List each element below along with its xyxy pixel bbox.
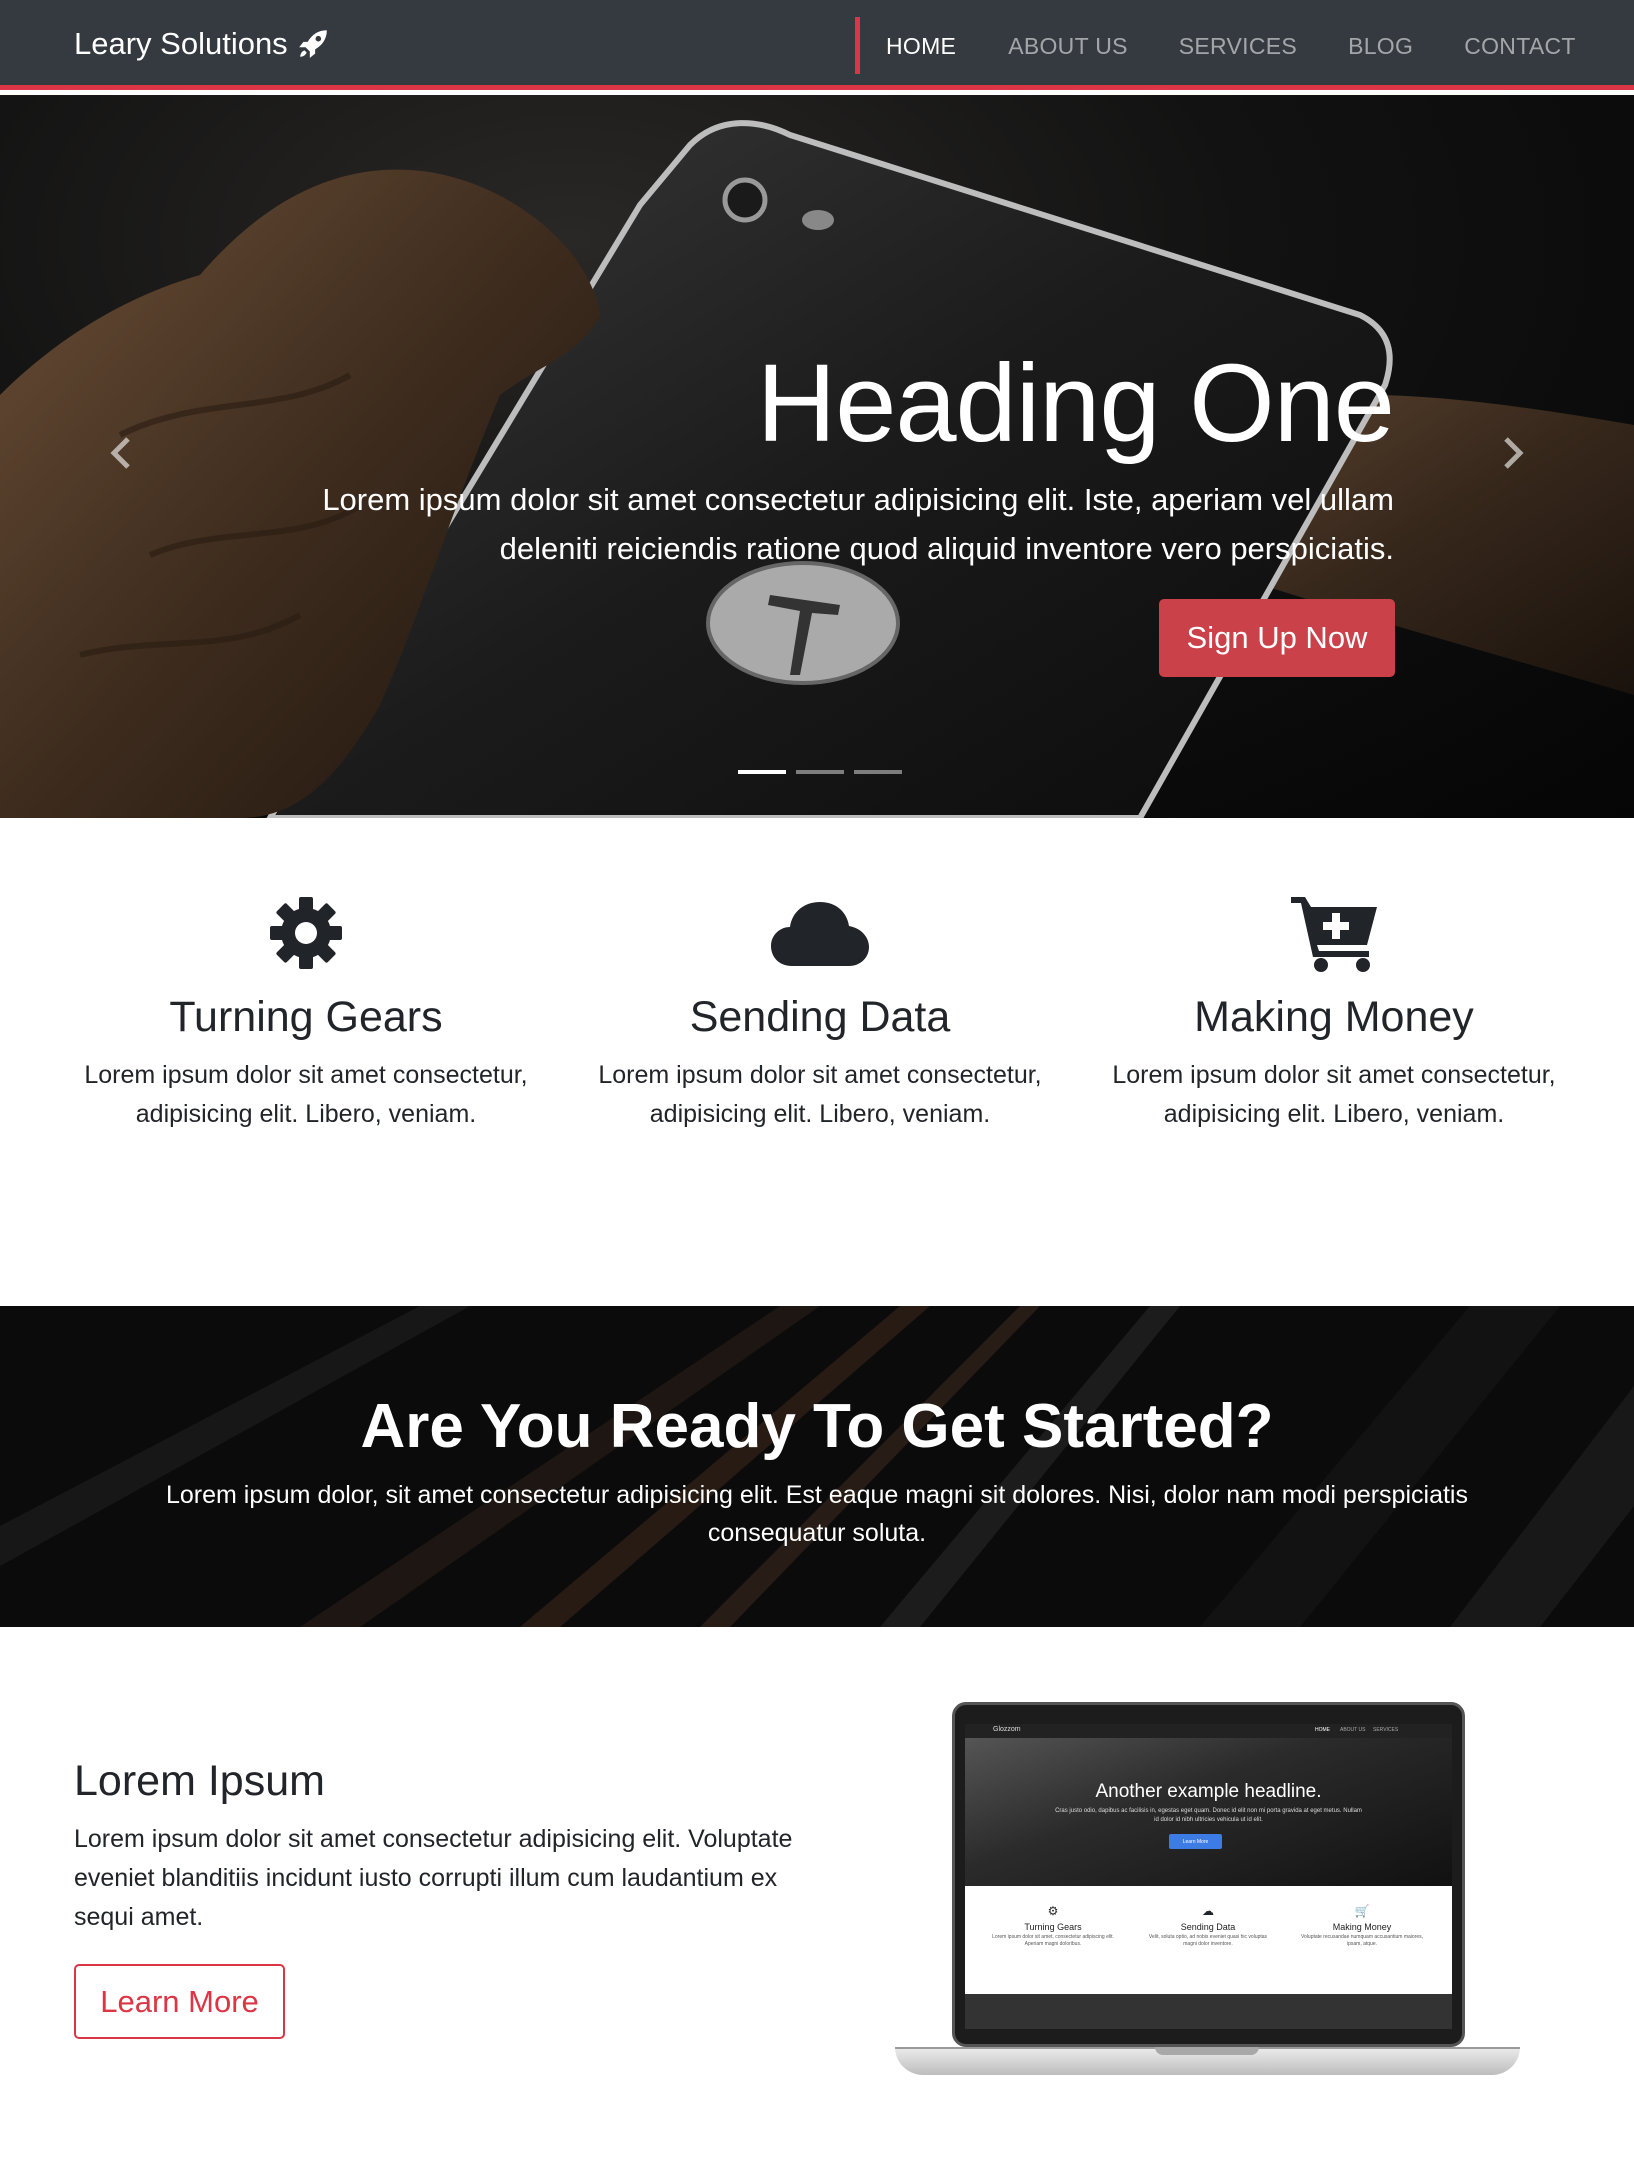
nav-services[interactable]: SERVICES	[1179, 33, 1297, 60]
screen-feature-title: Making Money	[1332, 1922, 1392, 1932]
feature-making-money: Making Money Lorem ipsum dolor sit amet …	[1077, 893, 1591, 1134]
laptop-mockup-image: Glozzom HOME ABOUT US SERVICES Another e…	[895, 1702, 1520, 2112]
hero-text: Lorem ipsum dolor sit amet consectetur a…	[322, 482, 1394, 566]
screen-feature-title: Turning Gears	[1024, 1922, 1082, 1932]
screen-nav-link: SERVICES	[1373, 1727, 1399, 1733]
feature-sending-data: Sending Data Lorem ipsum dolor sit amet …	[563, 893, 1077, 1134]
screen-feature: 🛒 Making Money Voluptate recusandae numq…	[1297, 1904, 1427, 1948]
main-nav: HOME ABOUT US SERVICES BLOG CONTACT	[886, 33, 1576, 60]
nav-active-indicator	[855, 17, 860, 74]
feature-text: Lorem ipsum dolor sit amet consectetur, …	[1112, 1061, 1556, 1128]
screen-footer-strip	[965, 1994, 1452, 2029]
screen-button: Learn More	[1169, 1834, 1222, 1849]
laptop-screen: Glozzom HOME ABOUT US SERVICES Another e…	[965, 1724, 1452, 2029]
feature-turning-gears: Turning Gears Lorem ipsum dolor sit amet…	[49, 893, 563, 1134]
cloud-icon	[771, 902, 869, 966]
screen-feature: ☁ Sending Data Velit, soluta optio, ad n…	[1143, 1904, 1273, 1948]
learn-more-button[interactable]: Learn More	[74, 1964, 285, 2039]
info-section: Lorem Ipsum Lorem ipsum dolor sit amet c…	[0, 1627, 1634, 2164]
carousel-indicators	[738, 770, 902, 774]
carousel-next-icon[interactable]	[1492, 433, 1532, 473]
screen-feature-text: Lorem ipsum dolor sit amet, consectetur …	[992, 1934, 1114, 1947]
screen-brand: Glozzom	[993, 1726, 1021, 1733]
feature-title: Turning Gears	[169, 993, 443, 1041]
screen-navbar: Glozzom HOME ABOUT US SERVICES	[965, 1724, 1452, 1738]
nav-about-us[interactable]: ABOUT US	[1008, 33, 1128, 60]
carousel-indicator-3[interactable]	[854, 770, 902, 774]
screen-hero: Another example headline. Cras justo odi…	[965, 1738, 1452, 1886]
cta-section: Are You Ready To Get Started? Lorem ipsu…	[0, 1306, 1634, 1627]
brand-name: Leary Solutions	[74, 26, 288, 61]
cart-plus-icon	[1291, 897, 1377, 972]
nav-home[interactable]: HOME	[886, 33, 956, 60]
feature-text: Lorem ipsum dolor sit amet consectetur, …	[84, 1061, 528, 1128]
nav-contact[interactable]: CONTACT	[1464, 33, 1576, 60]
cta-background-image	[0, 1306, 1634, 1627]
screen-feature-title: Sending Data	[1180, 1922, 1236, 1932]
cart-icon: 🛒	[1354, 1904, 1370, 1918]
screen-feature: ⚙ Turning Gears Lorem ipsum dolor sit am…	[988, 1904, 1118, 1948]
info-heading: Lorem Ipsum	[74, 1757, 325, 1805]
cta-heading: Are You Ready To Get Started?	[360, 1392, 1274, 1461]
gear-icon	[270, 897, 342, 969]
gear-icon: ⚙	[1047, 1904, 1059, 1918]
feature-title: Sending Data	[689, 993, 951, 1041]
carousel-prev-icon[interactable]	[102, 433, 142, 473]
rocket-icon	[298, 30, 327, 58]
feature-title: Making Money	[1194, 993, 1474, 1041]
screen-nav-link: ABOUT US	[1340, 1727, 1366, 1733]
carousel-indicator-2[interactable]	[796, 770, 844, 774]
screen-feature-text: Voluptate recusandae numquam accusantium…	[1300, 1934, 1423, 1947]
navbar: Leary Solutions HOME ABOUT US SERVICES B…	[0, 0, 1634, 90]
info-text: Lorem ipsum dolor sit amet consectetur a…	[74, 1825, 793, 1931]
nav-blog[interactable]: BLOG	[1348, 33, 1413, 60]
hero-heading: Heading One	[756, 342, 1395, 465]
hero-carousel: Heading One Lorem ipsum dolor sit amet c…	[0, 95, 1634, 818]
feature-text: Lorem ipsum dolor sit amet consectetur, …	[598, 1061, 1042, 1128]
laptop-notch	[1155, 2047, 1259, 2055]
carousel-indicator-1[interactable]	[738, 770, 786, 774]
screen-nav-link: HOME	[1315, 1727, 1330, 1733]
cta-text: Lorem ipsum dolor, sit amet consectetur …	[166, 1481, 1468, 1547]
brand-link[interactable]: Leary Solutions	[74, 26, 330, 62]
features-section: Turning Gears Lorem ipsum dolor sit amet…	[0, 818, 1634, 1306]
screen-text: Cras justo odio, dapibus ac facilisis in…	[1055, 1808, 1362, 1823]
sign-up-button[interactable]: Sign Up Now	[1159, 599, 1395, 677]
screen-feature-text: Velit, soluta optio, ad nobis eveniet qu…	[1148, 1934, 1268, 1947]
cloud-icon: ☁	[1202, 1904, 1214, 1918]
screen-headline: Another example headline.	[1095, 1781, 1322, 1802]
